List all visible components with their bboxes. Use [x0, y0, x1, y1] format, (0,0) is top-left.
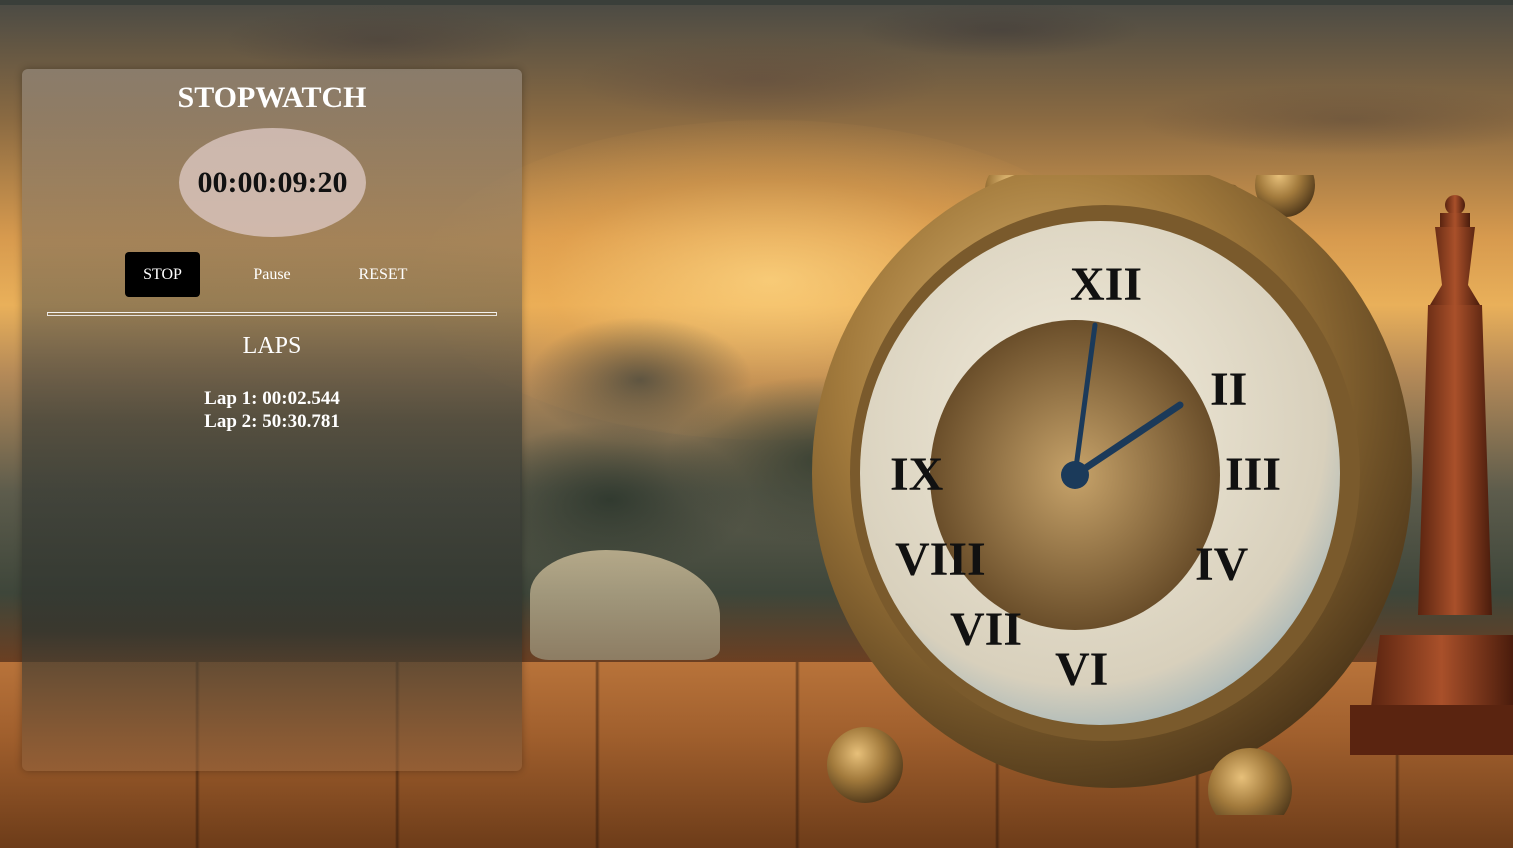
lap-item: Lap 1: 00:02.544	[204, 388, 340, 409]
svg-text:IX: IX	[890, 448, 944, 501]
alarm-clock-icon: XII II III IV VI VII VIII IX	[812, 175, 1412, 815]
stopwatch-title: STOPWATCH	[177, 81, 367, 114]
svg-text:VIII: VIII	[895, 533, 986, 586]
lap-item: Lap 2: 50:30.781	[204, 411, 340, 432]
svg-text:III: III	[1225, 448, 1281, 501]
svg-text:II: II	[1210, 363, 1247, 416]
svg-text:VII: VII	[950, 603, 1022, 656]
stop-button[interactable]: STOP	[125, 252, 200, 297]
control-buttons: STOP Pause RESET	[22, 252, 522, 298]
laps-list: Lap 1: 00:02.544 Lap 2: 50:30.781	[22, 387, 522, 433]
time-display: 00:00:09:20	[179, 128, 366, 237]
svg-text:IV: IV	[1195, 538, 1249, 591]
laps-title: LAPS	[242, 333, 302, 359]
svg-text:VI: VI	[1055, 643, 1108, 696]
stopwatch-panel: STOPWATCH 00:00:09:20 STOP Pause RESET L…	[22, 69, 522, 771]
reset-button[interactable]: RESET	[345, 252, 421, 297]
svg-text:XII: XII	[1070, 258, 1142, 311]
pause-button[interactable]: Pause	[234, 252, 310, 297]
divider	[47, 312, 497, 316]
page-background: XII II III IV VI VII VIII IX STOPWATCH 0…	[0, 0, 1513, 848]
